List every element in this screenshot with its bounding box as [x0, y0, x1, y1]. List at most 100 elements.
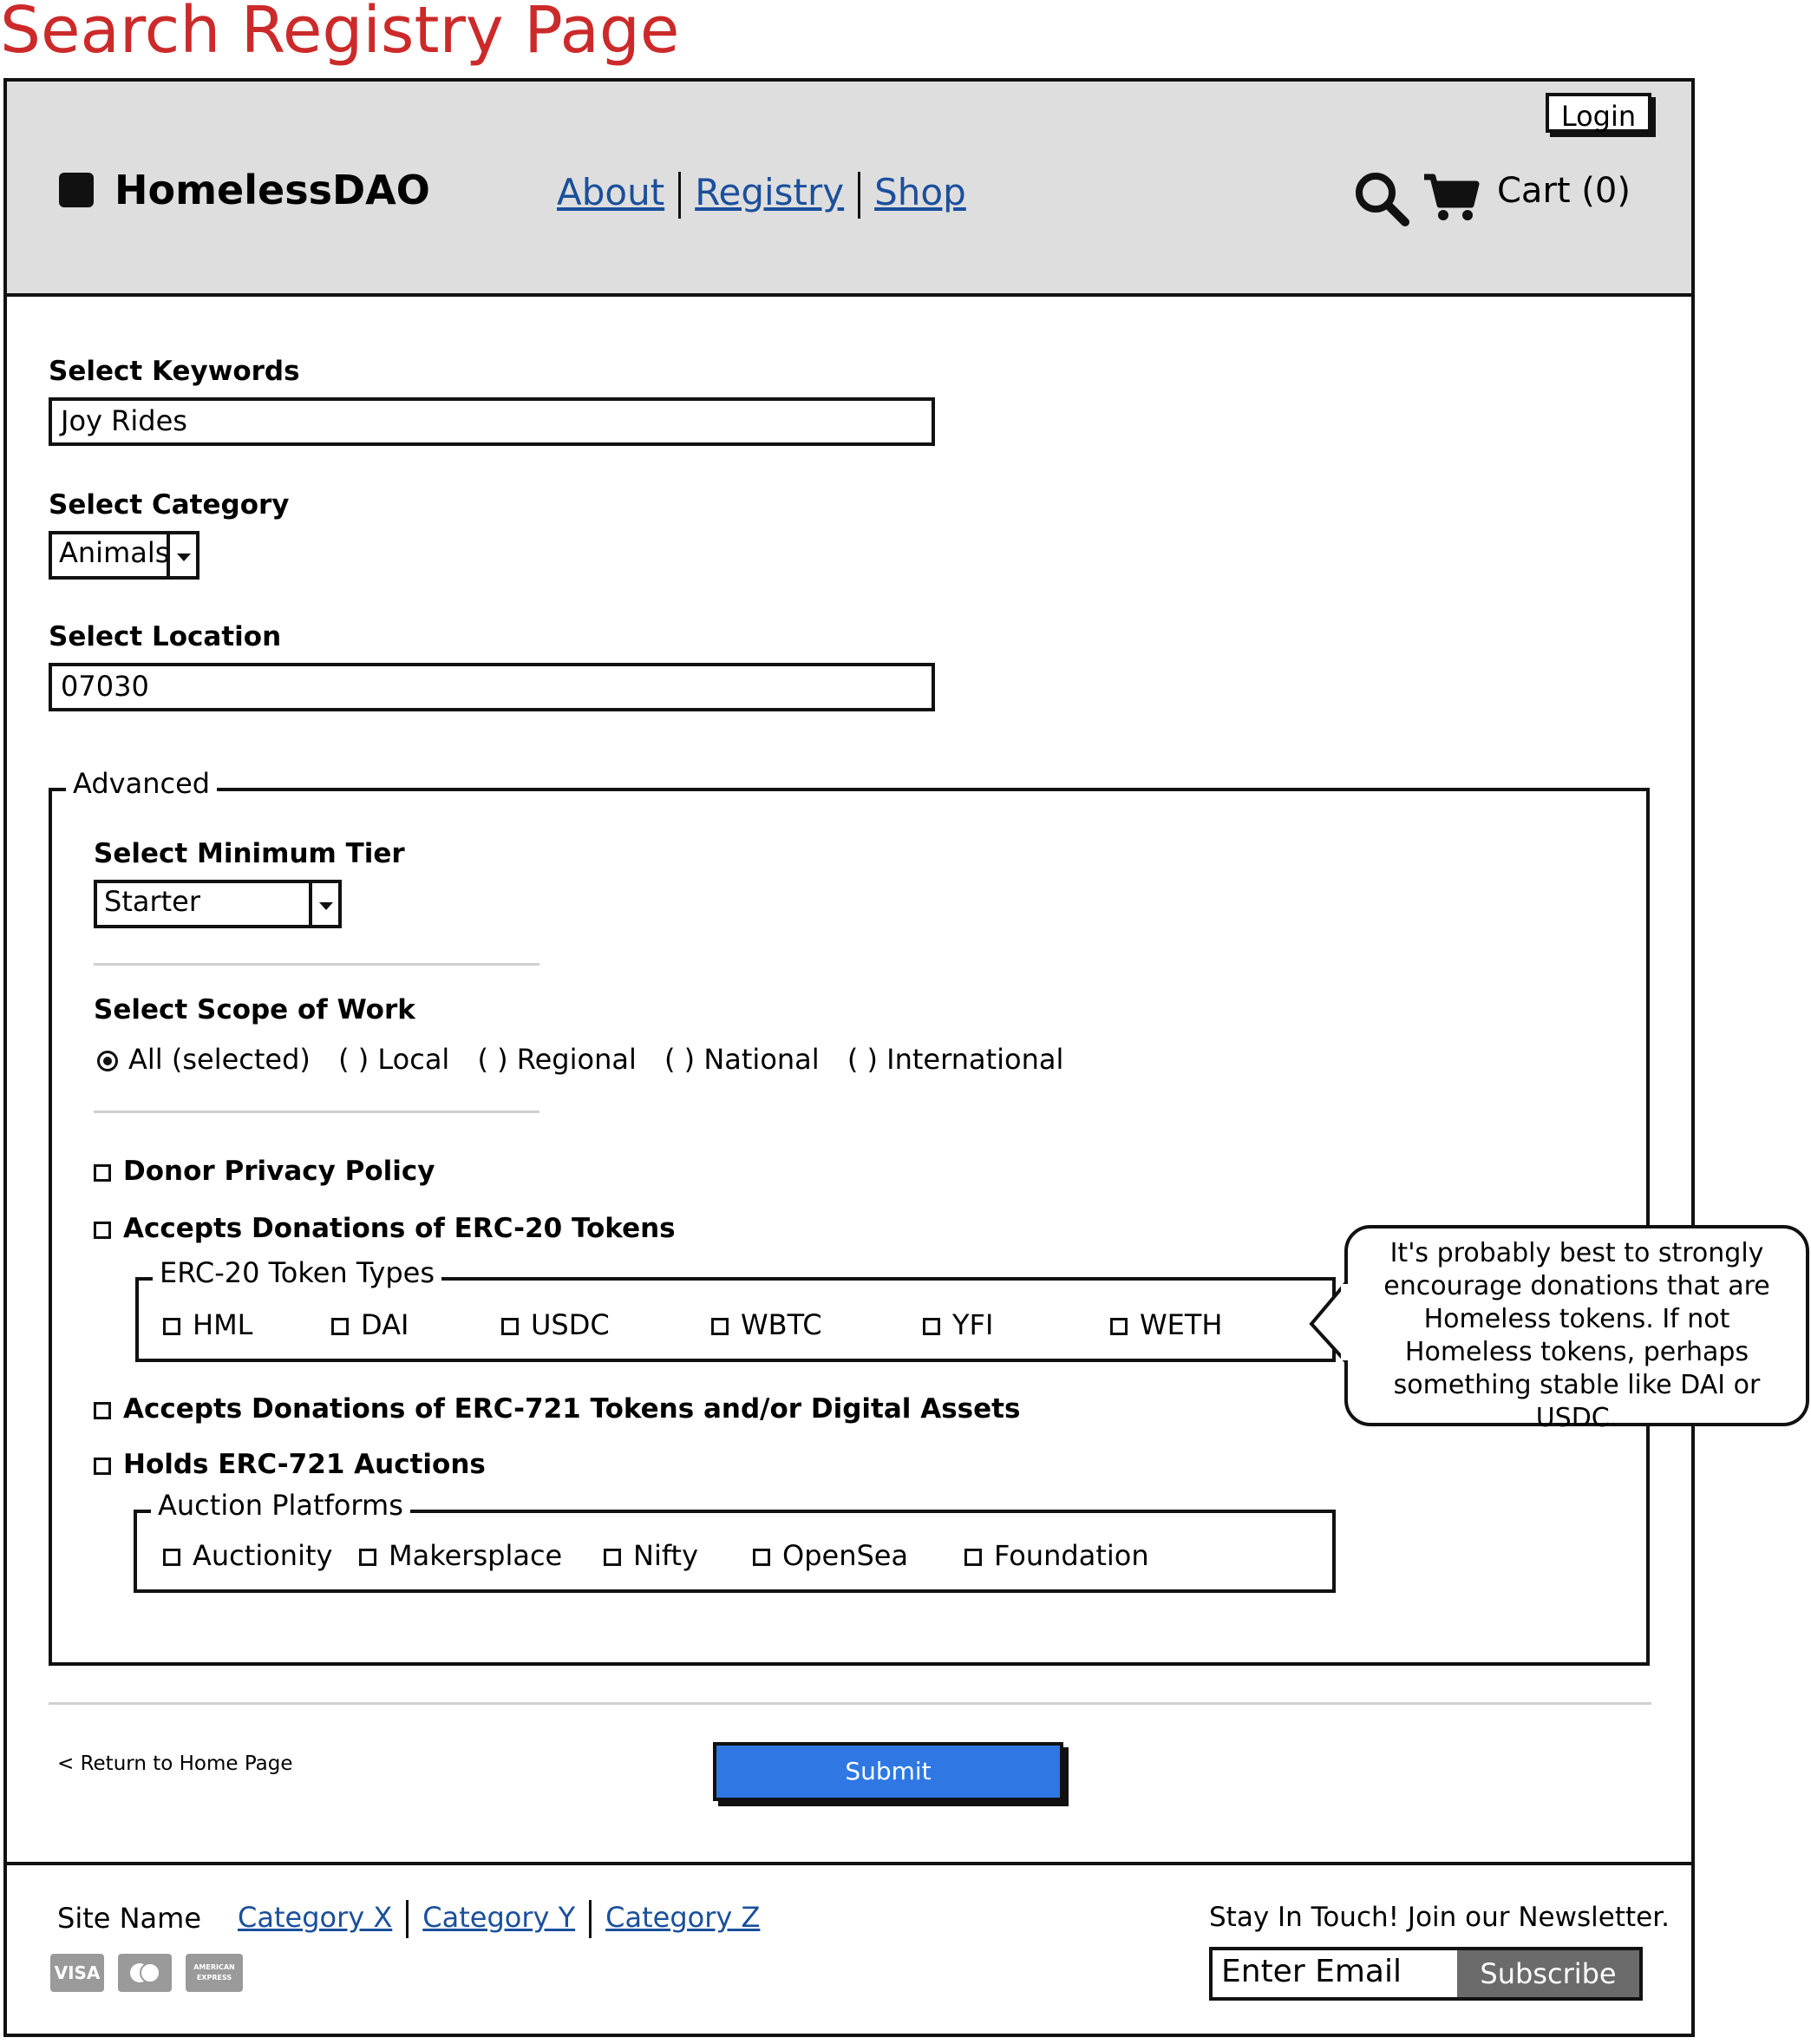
tier-label: Select Minimum Tier [94, 838, 405, 869]
token-label: WETH [1140, 1308, 1223, 1341]
scope-option-international[interactable]: ( ) International [847, 1043, 1064, 1076]
platform-nifty[interactable]: Nifty [604, 1539, 698, 1572]
logo-icon [59, 173, 94, 207]
cart-label[interactable]: Cart (0) [1497, 171, 1631, 211]
tier-select-value: Starter [104, 885, 201, 918]
nav-separator [589, 1900, 592, 1938]
newsletter-text: Stay In Touch! Join our Newsletter. [1209, 1902, 1670, 1933]
keywords-label: Select Keywords [49, 356, 300, 387]
cart-icon[interactable] [1422, 172, 1480, 226]
erc20-token-legend: ERC-20 Token Types [153, 1256, 442, 1289]
scope-radio-group: All (selected) ( ) Local ( ) Regional ( … [97, 1043, 1063, 1076]
nav-separator [678, 171, 682, 219]
checkbox-icon[interactable] [1110, 1318, 1128, 1335]
token-hml[interactable]: HML [163, 1308, 253, 1341]
checkbox-icon[interactable] [964, 1549, 982, 1566]
advanced-legend: Advanced [66, 767, 218, 800]
erc20-label: Accepts Donations of ERC-20 Tokens [123, 1213, 676, 1244]
scope-option-regional[interactable]: ( ) Regional [477, 1043, 636, 1076]
donor-privacy-label: Donor Privacy Policy [123, 1156, 435, 1187]
erc721-label: Accepts Donations of ERC-721 Tokens and/… [123, 1393, 1021, 1425]
platform-label: Makersplace [389, 1539, 563, 1572]
return-home-link[interactable]: < Return to Home Page [57, 1752, 293, 1775]
token-label: DAI [361, 1308, 409, 1341]
token-label: WBTC [741, 1308, 822, 1341]
footer-category-z-link[interactable]: Category Z [605, 1901, 760, 1934]
checkbox-icon[interactable] [94, 1163, 111, 1182]
token-usdc[interactable]: USDC [501, 1308, 610, 1341]
checkbox-icon[interactable] [711, 1318, 729, 1335]
callout-pointer-mask [1341, 1284, 1351, 1360]
email-input[interactable]: Enter Email [1221, 1954, 1402, 1989]
scope-option-local[interactable]: ( ) Local [338, 1043, 449, 1076]
platform-label: OpenSea [782, 1539, 909, 1572]
visa-card-icon: VISA [50, 1954, 104, 1992]
scope-option-national[interactable]: ( ) National [664, 1043, 820, 1076]
token-label: YFI [952, 1308, 994, 1341]
category-select-value: Animals [59, 536, 170, 569]
nav-separator [406, 1900, 409, 1938]
location-label: Select Location [49, 621, 282, 652]
location-input[interactable]: 07030 [49, 663, 935, 711]
donor-privacy-option[interactable]: Donor Privacy Policy [94, 1156, 435, 1187]
scope-option-all[interactable]: All (selected) [128, 1043, 311, 1076]
token-weth[interactable]: WETH [1110, 1308, 1222, 1341]
category-select[interactable]: Animals [49, 531, 199, 580]
checkbox-icon[interactable] [94, 1401, 111, 1419]
checkbox-icon[interactable] [359, 1549, 376, 1566]
nav-separator [858, 171, 861, 219]
erc20-option[interactable]: Accepts Donations of ERC-20 Tokens [94, 1213, 676, 1244]
auctions-label: Holds ERC-721 Auctions [123, 1449, 486, 1480]
platform-auctionity[interactable]: Auctionity [163, 1539, 332, 1572]
divider [49, 1702, 1651, 1705]
platform-makersplace[interactable]: Makersplace [359, 1539, 562, 1572]
auction-platforms-legend: Auction Platforms [151, 1489, 410, 1522]
radio-selected-icon[interactable] [97, 1051, 118, 1071]
chevron-down-icon[interactable] [167, 534, 196, 576]
platform-opensea[interactable]: OpenSea [753, 1539, 908, 1572]
page-title: Search Registry Page [0, 0, 680, 68]
checkbox-icon[interactable] [163, 1549, 180, 1566]
footer-site-name: Site Name [57, 1902, 202, 1935]
checkbox-icon[interactable] [163, 1318, 180, 1335]
platform-label: Foundation [994, 1539, 1149, 1572]
platform-label: Auctionity [193, 1539, 333, 1572]
platform-label: Nifty [633, 1539, 699, 1572]
checkbox-icon[interactable] [331, 1318, 349, 1335]
checkbox-icon[interactable] [753, 1549, 770, 1566]
footer-divider [3, 1862, 1695, 1865]
checkbox-icon[interactable] [94, 1457, 111, 1475]
nav-about-link[interactable]: About [557, 171, 664, 213]
chevron-down-icon[interactable] [309, 883, 338, 925]
login-button[interactable]: Login [1546, 93, 1651, 133]
checkbox-icon[interactable] [923, 1318, 940, 1335]
divider [94, 963, 539, 966]
checkbox-icon[interactable] [501, 1318, 519, 1335]
checkbox-icon[interactable] [94, 1221, 111, 1239]
footer-category-x-link[interactable]: Category X [238, 1901, 392, 1934]
subscribe-button[interactable]: Subscribe [1457, 1950, 1639, 1997]
logo-text[interactable]: HomelessDAO [114, 167, 430, 213]
footer-nav: Category X Category Y Category Z [238, 1900, 760, 1938]
footer-category-y-link[interactable]: Category Y [422, 1901, 575, 1934]
auctions-option[interactable]: Holds ERC-721 Auctions [94, 1449, 486, 1480]
token-label: USDC [531, 1308, 610, 1341]
keywords-input[interactable]: Joy Rides [49, 397, 935, 446]
main-nav: About Registry Shop [557, 171, 966, 219]
checkbox-icon[interactable] [604, 1549, 621, 1566]
annotation-callout: It's probably best to strongly encourage… [1344, 1225, 1809, 1433]
platform-foundation[interactable]: Foundation [964, 1539, 1149, 1572]
newsletter-form: Enter Email Subscribe [1209, 1947, 1643, 2001]
category-label: Select Category [49, 489, 290, 521]
mastercard-icon [118, 1954, 172, 1992]
tier-select[interactable]: Starter [94, 880, 342, 928]
submit-button[interactable]: Submit [713, 1742, 1063, 1801]
token-wbtc[interactable]: WBTC [711, 1308, 822, 1341]
scope-label: Select Scope of Work [94, 994, 415, 1025]
erc721-option[interactable]: Accepts Donations of ERC-721 Tokens and/… [94, 1393, 1020, 1425]
nav-registry-link[interactable]: Registry [695, 171, 844, 213]
nav-shop-link[interactable]: Shop [874, 171, 966, 213]
search-icon[interactable] [1353, 170, 1410, 231]
token-dai[interactable]: DAI [331, 1308, 409, 1341]
token-yfi[interactable]: YFI [923, 1308, 993, 1341]
